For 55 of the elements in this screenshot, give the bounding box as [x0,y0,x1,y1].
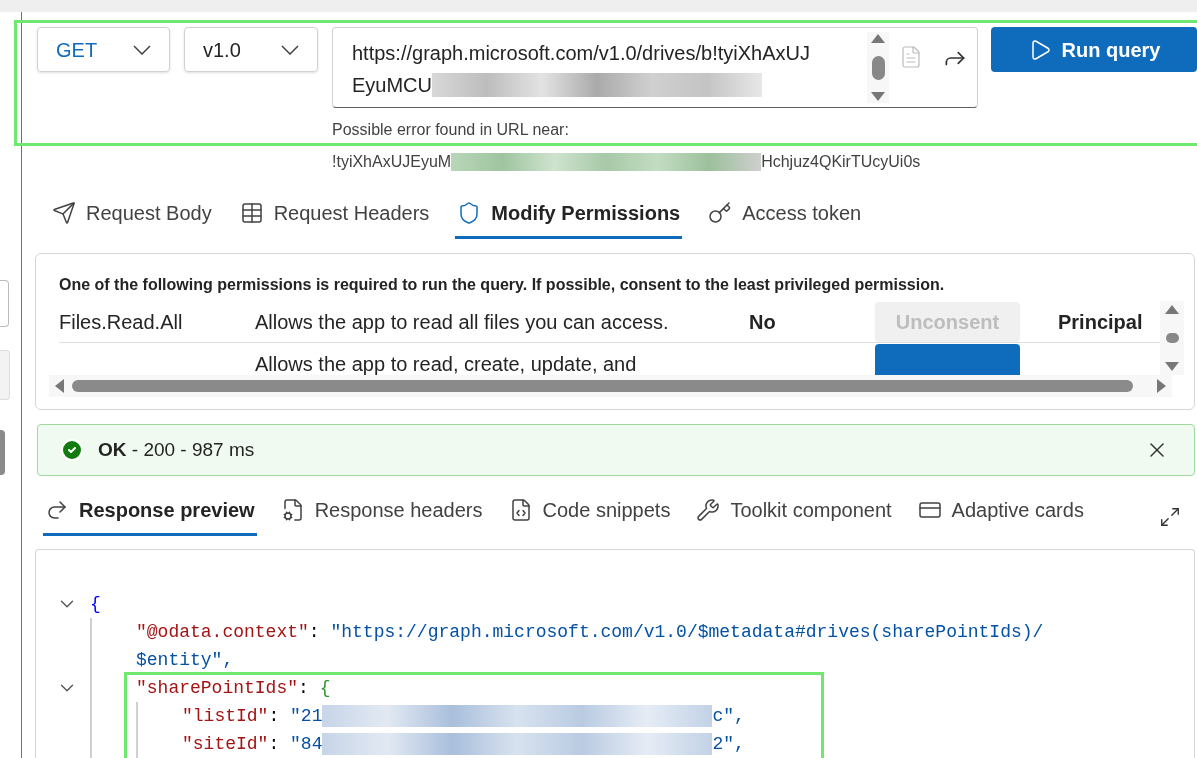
url-text: EyuMCU [352,73,432,98]
status-text: OK - 200 - 987 ms [98,437,255,462]
json-value: $entity", [136,648,234,672]
json-value: c", [712,704,745,728]
url-field[interactable]: https://graph.microsoft.com/v1.0/drives/b!tyiXhAxUJ EyuMCU [332,27,978,108]
tab[interactable]: Toolkit component [694,491,894,536]
json-colon: : [268,732,280,756]
permissions-note: One of the following permissions is required to run the query. If possible, consent to the least privileged permission. [59,275,946,295]
expand-icon[interactable] [1159,506,1181,528]
version-dropdown[interactable]: v1.0 [184,27,318,72]
json-key: "sharePointIds" [136,674,299,702]
tab[interactable]: Request Body [50,194,214,239]
run-query-button[interactable]: Run query [991,27,1197,72]
json-key: "listId" [182,702,269,730]
permission-description: Allows the app to read, create, update, and [255,351,638,375]
error-url-text: Hchjuz4QKirTUcyUi0s [761,152,921,172]
json-colon: : [298,676,309,700]
vertical-scrollbar[interactable] [1160,301,1184,375]
tab-icon [52,201,76,225]
sidebar-control[interactable] [0,430,5,475]
tab[interactable]: Response preview [43,491,257,536]
json-value: 2", [712,732,745,756]
admin-consent: No [749,309,777,335]
horizontal-scrollbar[interactable] [49,375,1172,397]
chevron-icon [281,44,299,55]
json-value: "21 [290,704,323,728]
tab[interactable]: Adaptive cards [915,491,1086,536]
tab-icon [239,201,264,225]
error-url-text: !tyiXhAxUJEyuM [332,152,452,172]
tab[interactable]: Modify Permissions [455,194,683,239]
permission-name: Files.Read.All [59,309,184,335]
json-colon: : [308,620,320,644]
permission-description: Allows the app to read all files you can access. [255,309,670,335]
method-dropdown[interactable]: GET [37,27,170,72]
json-key: "@odata.context" [136,618,309,646]
tab-icon [696,498,721,522]
consent-button[interactable] [875,343,1020,375]
json-colon: : [268,704,280,728]
tab[interactable]: Response headers [278,491,485,536]
json-key: "siteId" [182,730,269,758]
tab-icon [45,498,69,522]
chevron-icon [133,44,151,55]
json-brace: { [90,592,101,616]
success-icon [60,437,84,462]
tab[interactable]: Request Headers [237,194,432,239]
json-brace: { [319,676,331,700]
vertical-scrollbar[interactable] [867,32,889,103]
json-value: "84 [290,732,323,756]
tab[interactable]: Access token [706,194,864,239]
error-message: Possible error found in URL near: [332,120,570,140]
json-value: "https://graph.microsoft.com/v1.0/$metadata#drives(sharePointIds)/ [330,620,1044,644]
url-text: https://graph.microsoft.com/v1.0/drives/b!tyiXhAxUJ [352,41,811,66]
consent-type: Principal [1058,309,1143,335]
tab-icon [708,201,733,225]
tab[interactable]: Code snippets [506,491,673,536]
